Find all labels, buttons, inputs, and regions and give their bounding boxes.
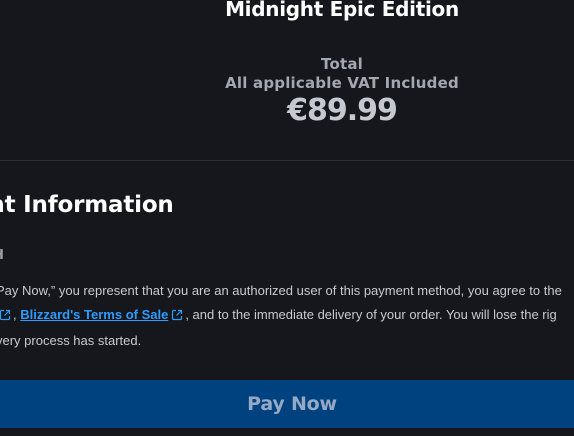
product-title: Midnight Epic Edition: [225, 0, 459, 21]
terms-text-line-2: , Blizzard's Terms of Sale , and to the …: [0, 306, 557, 323]
order-total: Total All applicable VAT Included €89.99: [0, 55, 574, 129]
total-label: Total: [321, 55, 363, 73]
terms-text-line-1: Pay Now,” you represent that you are an …: [0, 283, 562, 298]
external-link-icon[interactable]: [0, 309, 11, 321]
payment-information-heading: ent Information: [0, 192, 174, 218]
vat-label: All applicable VAT Included: [225, 74, 459, 92]
blizzard-terms-of-sale-link[interactable]: Blizzard's Terms of Sale: [20, 307, 168, 322]
terms-text-line-3: very process has started.: [0, 333, 142, 348]
terms-text-suffix: , and to the immediate delivery of your …: [185, 307, 557, 322]
section-divider: [0, 160, 574, 161]
terms-separator: ,: [13, 307, 17, 322]
payment-method-label: H: [0, 248, 4, 263]
external-link-icon[interactable]: [171, 309, 183, 321]
pay-now-button[interactable]: Pay Now: [0, 380, 574, 428]
total-price: €89.99: [287, 93, 398, 128]
